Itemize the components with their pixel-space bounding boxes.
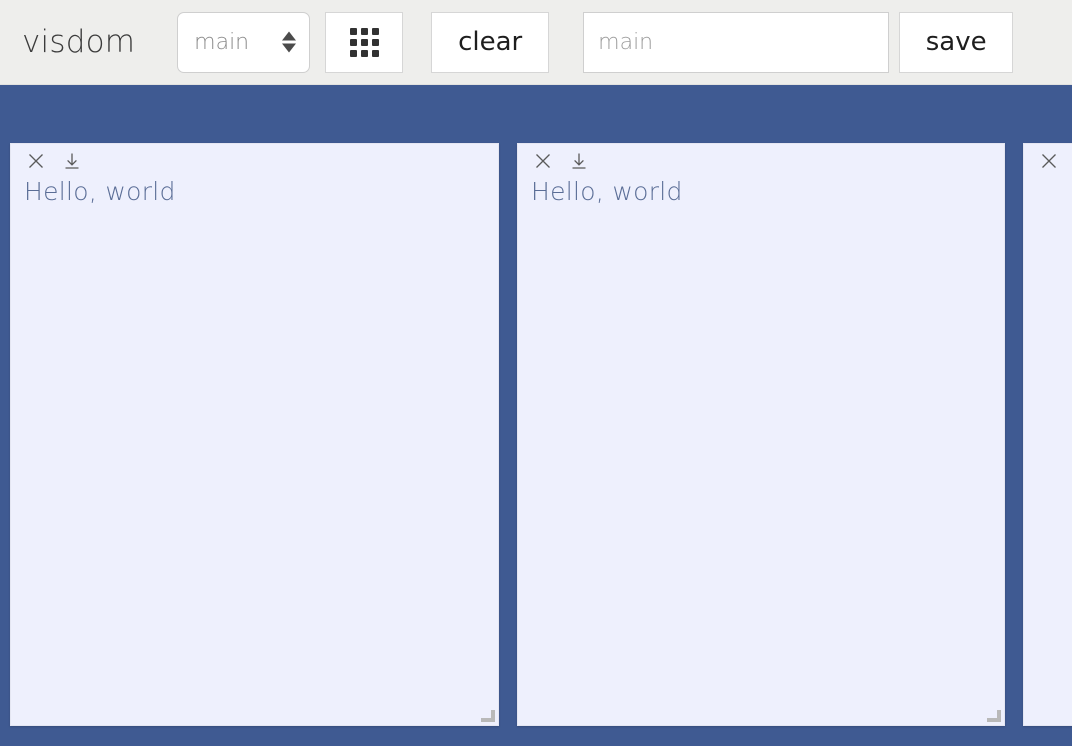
pane[interactable]: Hello, world [517,143,1005,726]
grid-cell [349,49,357,57]
save-button[interactable]: save [899,11,1014,73]
resize-handle-icon[interactable] [481,708,495,722]
download-icon[interactable] [570,152,588,170]
grid-cell [360,38,368,46]
pane-toolbar [11,144,81,178]
app-header: visdom main clear main save [0,0,1072,85]
close-x-icon[interactable] [534,152,552,170]
environment-input[interactable] [583,11,890,73]
chevron-down-icon [282,43,297,53]
pane-toolbar [1024,144,1072,178]
pane-title: Hello, world [531,177,683,206]
resize-handle-icon[interactable] [987,708,1001,722]
app-brand-logo: visdom [22,23,136,60]
environment-select-value: main [194,29,250,55]
pane[interactable]: Hello, world [1023,143,1072,726]
visdom-app: visdom main clear main save Hello, world… [0,0,1072,746]
pane-workspace[interactable]: Hello, world Hello, world [0,85,1072,746]
chevron-up-icon [282,31,297,41]
pane-toolbar [518,144,588,178]
grid-layout-button[interactable] [325,11,404,73]
environment-select-wrapper: main [177,11,311,73]
grid-cell [371,38,379,46]
close-x-icon[interactable] [27,152,45,170]
download-icon[interactable] [63,152,81,170]
environment-select[interactable]: main [177,11,311,73]
grid-cell [349,27,357,35]
grid-cell [349,38,357,46]
close-x-icon[interactable] [1040,152,1058,170]
grid-cell [371,27,379,35]
grid-cell [360,27,368,35]
clear-button[interactable]: clear [431,11,550,73]
pane[interactable]: Hello, world [10,143,499,726]
grid-icon [349,27,379,57]
grid-cell [360,49,368,57]
environment-input-wrapper [583,11,890,73]
pane-title: Hello, world [24,177,176,206]
grid-cell [371,49,379,57]
spinner-arrows-icon [282,31,297,53]
